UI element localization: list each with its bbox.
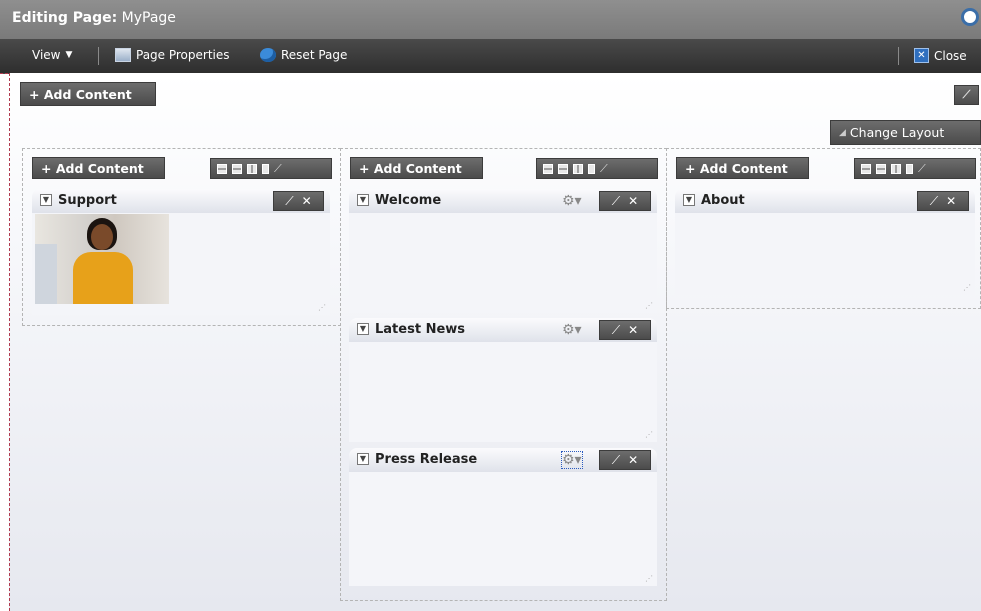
portlet-welcome: ▼ Welcome ⚙▾ ⟋ ✕ ⋰ [349,189,657,313]
collapse-toggle-icon[interactable]: ▼ [683,194,695,206]
layout-row-icon[interactable] [861,163,871,174]
view-menu[interactable]: View ▼ [32,48,72,62]
close-icon[interactable]: ✕ [628,453,638,467]
pencil-icon[interactable]: ⟋ [274,162,282,176]
pencil-icon[interactable]: ⟋ [918,162,926,176]
portlet-title: Support [58,193,117,208]
add-content-label: + Add Content [359,160,462,176]
page-properties-icon [115,48,131,62]
layout-split-icon[interactable] [247,163,257,174]
layout-stack-icon[interactable] [232,163,242,174]
add-content-label: + Add Content [685,160,788,176]
layout-split-icon[interactable] [573,163,583,174]
page-name: MyPage [121,10,176,26]
pencil-icon: ⟋ [962,88,971,101]
support-photo [35,214,169,304]
change-layout-button[interactable]: ◢ Change Layout [830,120,981,145]
add-content-label: + Add Content [41,160,144,176]
resize-grip-icon[interactable]: ⋰ [645,430,653,439]
layout-row-icon[interactable] [543,163,553,174]
portlet-title: About [701,193,745,208]
column-middle: + Add Content ⟋ ▼ Welcome ⚙▾ ⟋ ✕ ⋰ ▼ Lat… [340,148,667,601]
close-icon[interactable]: ✕ [946,194,956,208]
portlet-header: ▼ Support ⟋ ✕ [32,189,330,213]
oracle-logo-icon [961,8,979,26]
layout-split-icon[interactable] [891,163,901,174]
page-properties-button[interactable]: Page Properties [115,48,230,62]
portlet-support: ▼ Support ⟋ ✕ ⋰ [32,189,330,315]
layout-column-icon[interactable] [262,163,269,174]
view-label: View [32,48,61,62]
column-add-content-button[interactable]: + Add Content [350,157,483,179]
gear-icon[interactable]: ⚙▾ [562,322,582,338]
collapse-toggle-icon[interactable]: ▼ [40,194,52,206]
portlet-header: ▼ Latest News ⚙▾ ⟋ ✕ [349,318,657,342]
edit-toolbar: View ▼ Page Properties Reset Page ✕ Clos… [0,39,981,74]
close-label: Close [934,48,967,63]
column-add-content-button[interactable]: + Add Content [32,157,165,179]
portlet-actions: ⟋ ✕ [599,320,651,340]
reset-page-icon [260,48,276,62]
portlet-actions: ⟋ ✕ [599,191,651,211]
portlet-actions: ⟋ ✕ [917,191,969,211]
collapse-toggle-icon[interactable]: ▼ [357,194,369,206]
column-right: + Add Content ⟋ ▼ About ⟋ ✕ ⋰ [666,148,981,309]
layout-column-icon[interactable] [588,163,595,174]
change-layout-label: Change Layout [849,125,945,140]
pencil-icon[interactable]: ⟋ [612,194,620,209]
close-icon[interactable]: ✕ [302,194,312,208]
column-layout-controls: ⟋ [854,158,976,179]
close-icon[interactable]: ✕ [628,323,638,337]
portlet-about: ▼ About ⟋ ✕ ⋰ [675,189,975,295]
layout-column-icon[interactable] [906,163,913,174]
reset-page-button[interactable]: Reset Page [260,48,347,62]
portlet-actions: ⟋ ✕ [599,450,651,470]
layout-stack-icon[interactable] [558,163,568,174]
add-content-button[interactable]: + Add Content [20,82,156,106]
column-layout-controls: ⟋ [536,158,658,179]
title-prefix: Editing Page: [12,10,118,26]
resize-grip-icon[interactable]: ⋰ [645,574,653,583]
close-icon: ✕ [914,48,929,63]
column-layout-controls: ⟋ [210,158,332,179]
portlet-header: ▼ About ⟋ ✕ [675,189,975,213]
reset-page-label: Reset Page [281,48,348,62]
page-properties-label: Page Properties [136,48,230,62]
pencil-icon[interactable]: ⟋ [600,162,608,176]
gear-icon[interactable]: ⚙▾ [561,451,583,469]
portlet-latest-news: ▼ Latest News ⚙▾ ⟋ ✕ ⋰ [349,318,657,442]
layout-stack-icon[interactable] [876,163,886,174]
layout-triangle-icon: ◢ [839,127,846,138]
page-title: Editing Page: MyPage [12,10,176,26]
toolbar-divider [98,47,99,65]
portlet-title: Press Release [375,452,478,467]
pencil-icon[interactable]: ⟋ [285,194,293,209]
page-canvas: + Add Content ⟋ ◢ Change Layout + Add Co… [9,73,981,611]
resize-grip-icon[interactable]: ⋰ [645,301,653,310]
add-content-label: + Add Content [29,86,132,102]
resize-grip-icon[interactable]: ⋰ [963,283,971,292]
collapse-toggle-icon[interactable]: ▼ [357,453,369,465]
collapse-toggle-icon[interactable]: ▼ [357,323,369,335]
gear-icon[interactable]: ⚙▾ [562,193,582,209]
layout-row-icon[interactable] [217,163,227,174]
close-button[interactable]: ✕ Close [914,48,967,63]
close-icon[interactable]: ✕ [628,194,638,208]
column-add-content-button[interactable]: + Add Content [676,157,809,179]
toolbar-divider [898,47,899,65]
resize-grip-icon[interactable]: ⋰ [318,303,326,312]
portlet-title: Welcome [375,193,442,208]
portlet-header: ▼ Welcome ⚙▾ ⟋ ✕ [349,189,657,213]
column-left: + Add Content ⟋ ▼ Support ⟋ ✕ ⋰ [22,148,341,326]
portlet-title: Latest News [375,322,466,337]
portlet-header: ▼ Press Release ⚙▾ ⟋ ✕ [349,448,657,472]
title-bar: Editing Page: MyPage [0,0,981,39]
portlet-press-release: ▼ Press Release ⚙▾ ⟋ ✕ ⋰ [349,448,657,586]
pencil-icon[interactable]: ⟋ [612,453,620,468]
pencil-icon[interactable]: ⟋ [612,323,620,338]
portlet-actions: ⟋ ✕ [273,191,324,211]
page-edit-button[interactable]: ⟋ [954,85,979,105]
pencil-icon[interactable]: ⟋ [930,194,938,209]
chevron-down-icon: ▼ [65,50,73,60]
